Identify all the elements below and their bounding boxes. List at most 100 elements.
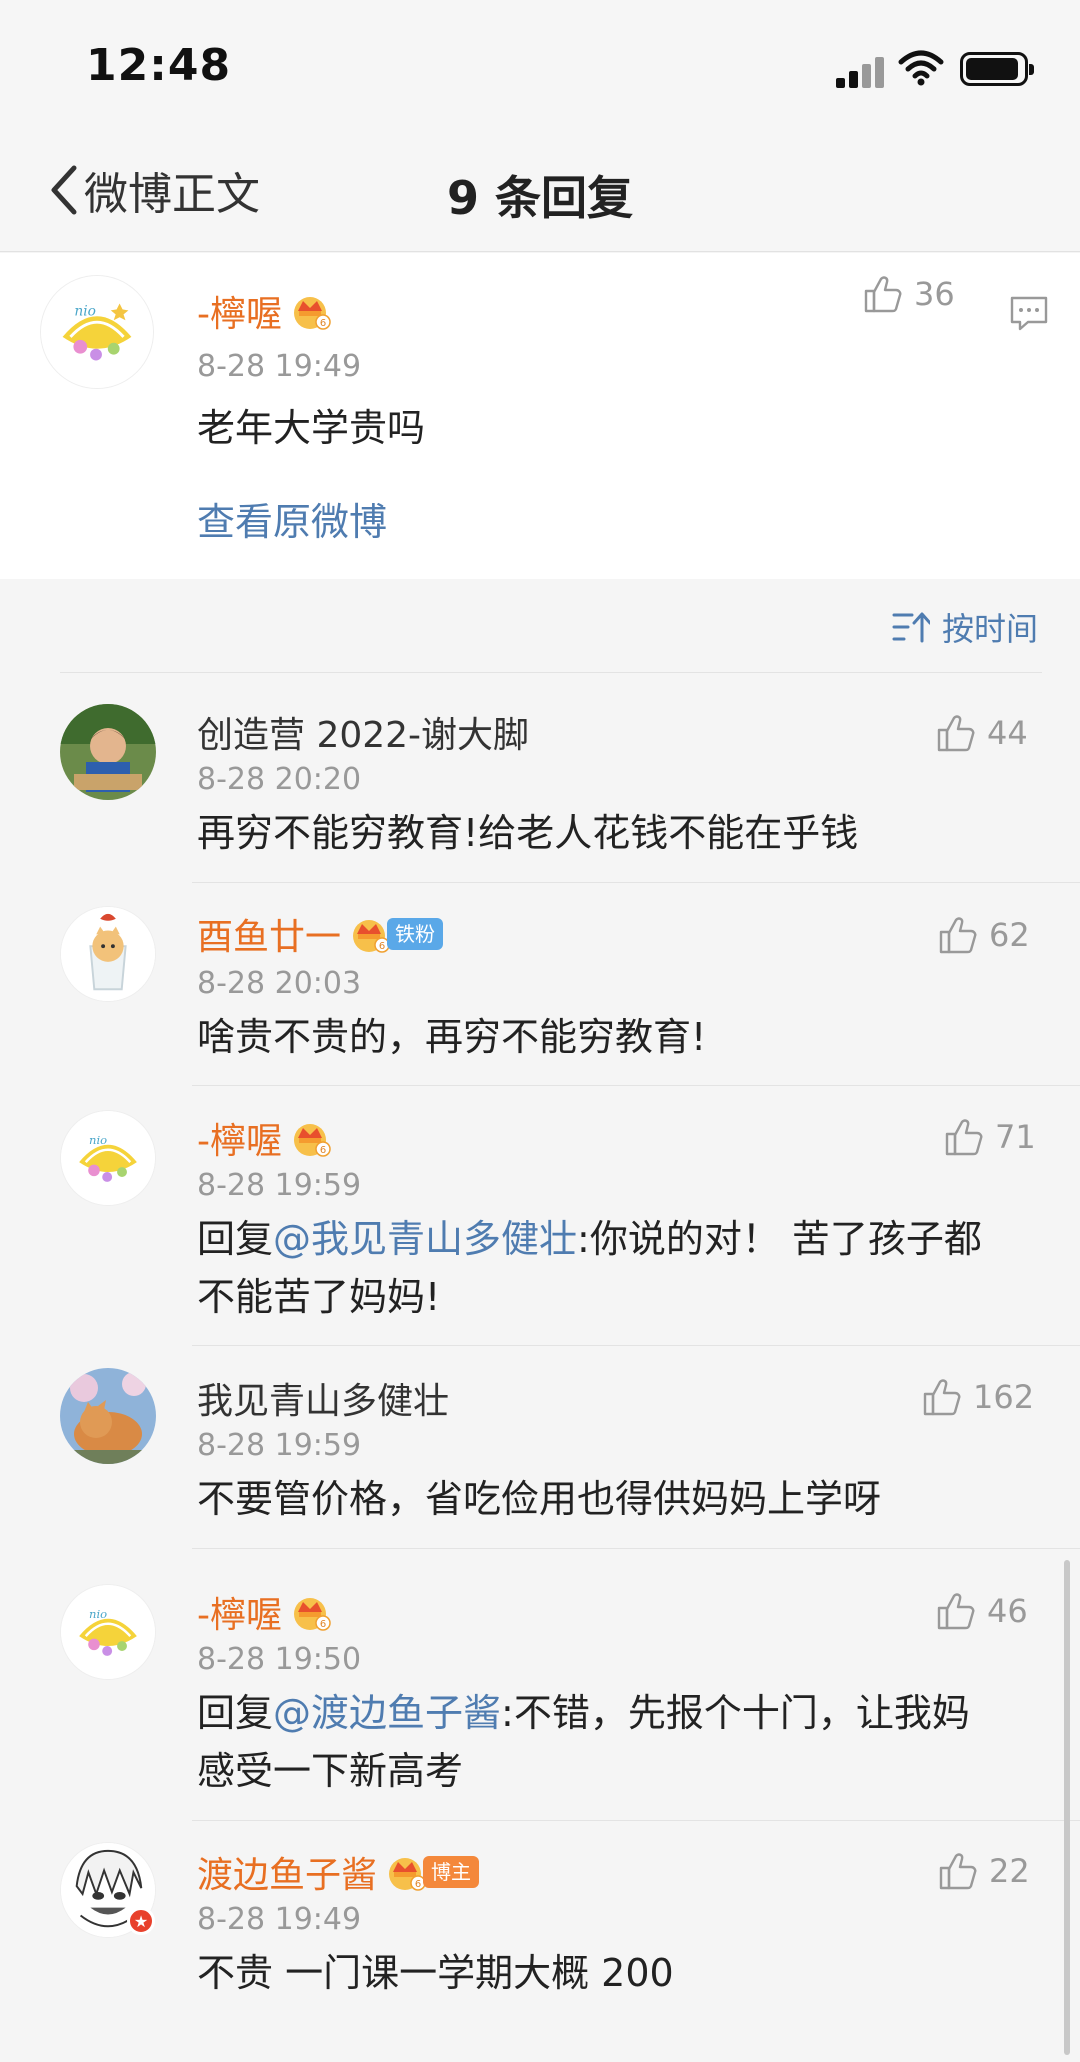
comment-text-line1: :不错，先报个十门，让我妈	[501, 1691, 970, 1735]
timestamp: 8-28 19:50	[197, 1642, 362, 1677]
root-comment: nio -檸喔 8-28 19:49 老年大学贵吗 查看原微博 36	[0, 253, 1080, 579]
mention-link[interactable]: @我见青山多健壮	[273, 1217, 577, 1261]
reply-name-row: 渡边鱼子酱 博主	[197, 1846, 480, 1898]
status-bar: 12:48	[0, 0, 1080, 130]
avatar[interactable]: nio	[60, 1584, 156, 1680]
like-count: 44	[987, 714, 1028, 752]
nav-bar: 微博正文 9 条回复	[0, 130, 1080, 252]
thumb-up-icon	[921, 1376, 963, 1418]
reply-name-row: 酉鱼廿一 铁粉	[197, 908, 444, 960]
lemon-avatar-image: nio	[61, 1585, 155, 1679]
like-button[interactable]: 22	[937, 1850, 1030, 1892]
reply-prefix: 回复	[197, 1691, 274, 1735]
mention-link[interactable]: @渡边鱼子酱	[273, 1691, 501, 1735]
timestamp: 8-28 19:59	[197, 1428, 362, 1463]
sort-bar: 按时间	[0, 580, 1080, 672]
lemon-avatar-image: nio	[61, 1111, 155, 1205]
comment-text: 再穷不能穷教育!给老人花钱不能在乎钱	[197, 811, 859, 855]
avatar[interactable]: nio	[60, 1110, 156, 1206]
comment-text: 回复@渡边鱼子酱:不错，先报个十门，让我妈 感受一下新高考	[197, 1684, 1037, 1800]
comment-text: 不要管价格，省吃俭用也得供妈妈上学呀	[197, 1477, 882, 1521]
avatar[interactable]	[60, 704, 156, 800]
username[interactable]: -檸喔	[197, 1586, 282, 1638]
reply-name-row: -檸喔	[197, 1586, 332, 1638]
thumb-up-icon	[937, 914, 979, 956]
comment-text: 啥贵不贵的，再穷不能穷教育!	[197, 1015, 707, 1059]
crown-icon	[290, 1592, 332, 1632]
comment-text-line1: :你说的对！ 苦了孩子都	[577, 1217, 982, 1261]
like-button[interactable]: 46	[935, 1590, 1028, 1632]
cat-cup-avatar-image	[61, 907, 155, 1001]
thumb-up-icon	[943, 1116, 985, 1158]
comment-text: 不贵 一门课一学期大概 200	[197, 1951, 674, 1995]
sort-label: 按时间	[941, 610, 1038, 648]
username[interactable]: -檸喔	[197, 285, 282, 337]
crown-icon	[385, 1852, 427, 1892]
comment-text-line2: 感受一下新高考	[197, 1749, 464, 1793]
scrollbar[interactable]	[1064, 1560, 1070, 2055]
reply-prefix: 回复	[197, 1217, 274, 1261]
like-count: 22	[989, 1852, 1030, 1890]
view-original-link[interactable]: 查看原微博	[197, 491, 387, 546]
sort-time-icon	[892, 612, 930, 643]
reply-name-row: -檸喔	[197, 1112, 332, 1164]
fan-badge: 铁粉	[387, 918, 444, 950]
child-avatar-image	[60, 704, 156, 800]
thumb-up-icon	[862, 273, 904, 315]
verified-star-icon: ★	[127, 1907, 155, 1935]
timestamp: 8-28 19:59	[197, 1168, 362, 1203]
thumb-up-icon	[935, 712, 977, 754]
like-count: 36	[914, 275, 955, 313]
like-count: 71	[995, 1118, 1036, 1156]
wifi-icon	[898, 50, 944, 86]
root-name-row: -檸喔	[197, 285, 332, 337]
username[interactable]: 我见青山多健壮	[197, 1372, 449, 1424]
divider	[60, 672, 1042, 673]
cat-avatar-image	[60, 1368, 156, 1464]
comment-text: 老年大学贵吗	[197, 406, 426, 450]
thumb-up-icon	[937, 1850, 979, 1892]
timestamp: 8-28 19:49	[197, 1902, 362, 1937]
like-count: 46	[987, 1592, 1028, 1630]
reply-name-row: 我见青山多健壮	[197, 1372, 449, 1424]
sort-button[interactable]: 按时间	[892, 604, 1038, 650]
svg-text:nio: nio	[89, 1133, 107, 1147]
divider	[192, 1548, 1080, 1549]
comment-text: 回复@我见青山多健壮:你说的对！ 苦了孩子都 不能苦了妈妈!	[197, 1210, 1037, 1326]
thumb-up-icon	[935, 1590, 977, 1632]
like-button[interactable]: 162	[921, 1376, 1034, 1418]
divider	[192, 882, 1080, 883]
like-count: 62	[989, 916, 1030, 954]
avatar[interactable]: ★	[60, 1842, 156, 1938]
timestamp: 8-28 19:49	[197, 349, 362, 384]
avatar[interactable]	[60, 906, 156, 1002]
owner-badge: 博主	[423, 1856, 480, 1888]
like-button[interactable]: 71	[943, 1116, 1036, 1158]
timestamp: 8-28 20:20	[197, 762, 362, 797]
divider	[192, 1345, 1080, 1346]
crown-icon	[290, 1118, 332, 1158]
like-button[interactable]: 36	[862, 273, 955, 315]
lemon-avatar-image: nio	[41, 276, 153, 388]
username[interactable]: 创造营 2022-谢大脚	[197, 706, 529, 758]
reply-name-row: 创造营 2022-谢大脚	[197, 706, 529, 758]
username[interactable]: -檸喔	[197, 1112, 282, 1164]
battery-icon	[960, 52, 1034, 86]
page-title: 9 条回复	[446, 171, 634, 225]
reply-bubble-icon[interactable]	[1008, 292, 1050, 334]
svg-text:nio: nio	[74, 303, 96, 319]
divider	[192, 1085, 1080, 1086]
status-time: 12:48	[86, 40, 232, 91]
username[interactable]: 酉鱼廿一	[197, 908, 341, 960]
timestamp: 8-28 20:03	[197, 966, 362, 1001]
avatar[interactable]	[60, 1368, 156, 1464]
avatar[interactable]: nio	[40, 275, 154, 389]
username[interactable]: 渡边鱼子酱	[197, 1846, 377, 1898]
comment-text-line2: 不能苦了妈妈!	[197, 1275, 441, 1319]
like-button[interactable]: 44	[935, 712, 1028, 754]
signal-icon	[836, 56, 886, 88]
like-count: 162	[973, 1378, 1035, 1416]
svg-text:nio: nio	[89, 1607, 107, 1621]
divider	[192, 1820, 1080, 1821]
like-button[interactable]: 62	[937, 914, 1030, 956]
